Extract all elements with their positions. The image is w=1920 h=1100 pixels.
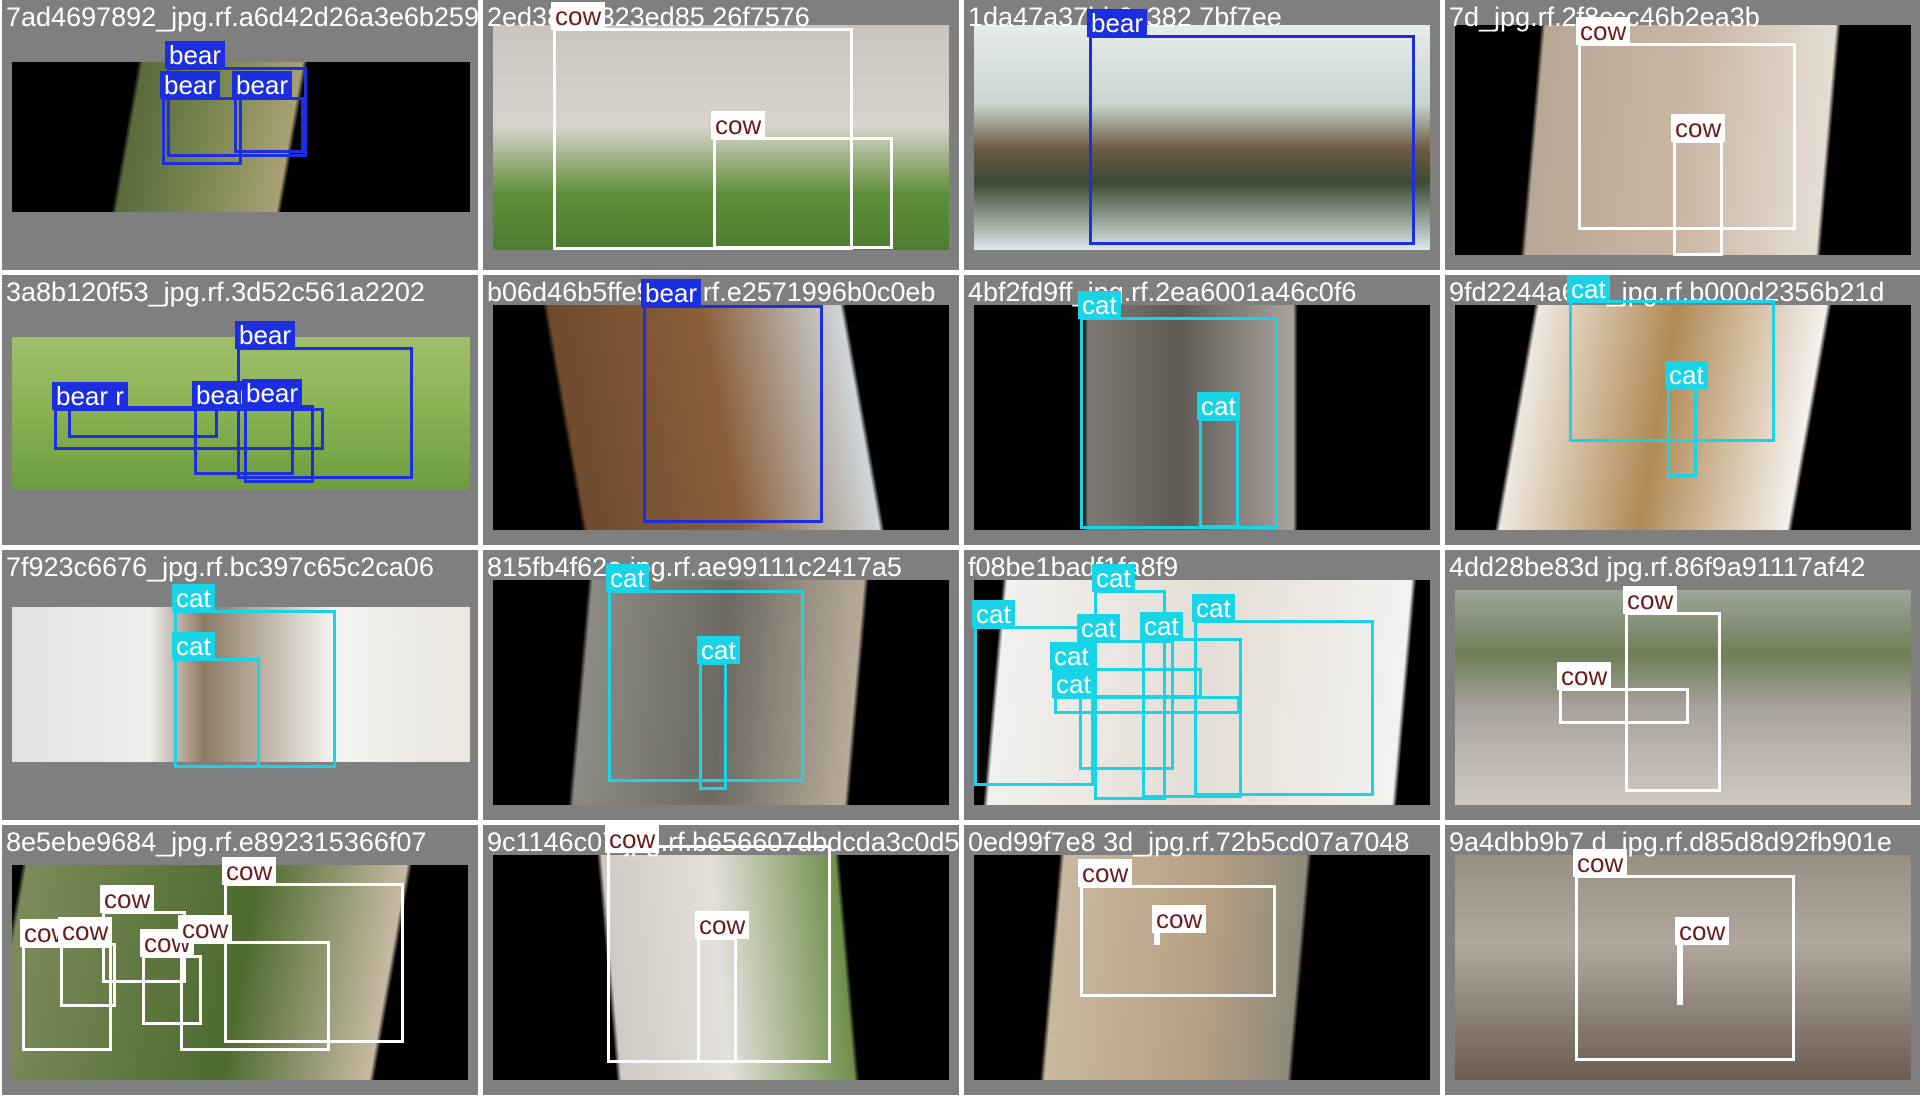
mosaic-tile: 8e5ebe9684_jpg.rf.e892315366f07 cow cow cow… [2, 825, 478, 1095]
tile-filename: 7ad4697892_jpg.rf.a6d42d26a3e6b259acf0fb [6, 2, 478, 32]
cat-bounding-box [1199, 418, 1239, 528]
mosaic-tile: 3a8b120f53_jpg.rf.3d52c561a2202bear bear … [2, 275, 478, 545]
mosaic-tile: 7f923c6676_jpg.rf.bc397c65c2ca06 cat cat [2, 550, 478, 820]
mosaic-tile: 4dd28be83d jpg.rf.86f9a91117af42 cow cow [1445, 550, 1920, 820]
cow-bounding-box [1559, 688, 1689, 724]
tile-filename: 8e5ebe9684_jpg.rf.e892315366f07 [6, 827, 427, 857]
tile-filename: 4bf2fd9ff_jpg.rf.2ea6001a46c0f6 [968, 277, 1357, 307]
bear-bounding-box [234, 97, 304, 153]
cow-label: cow [1557, 662, 1612, 690]
bear-label: bear [641, 279, 702, 307]
mosaic-tile: 7ad4697892_jpg.rf.a6d42d26a3e6b259acf0fb… [2, 0, 478, 270]
bear-label: bear [232, 71, 293, 99]
cat-bounding-box [699, 662, 727, 790]
cow-label: cow [100, 885, 155, 913]
cow-bounding-box [180, 941, 330, 1051]
cow-label: cow [1671, 114, 1726, 142]
tile-filename: 0ed99f7e8 3d_jpg.rf.72b5cd07a7048 [968, 827, 1410, 857]
cat-bounding-box [1080, 317, 1278, 529]
cat-label: cat [606, 564, 649, 592]
bear-bounding-box [244, 405, 314, 483]
cow-bounding-box [1677, 943, 1683, 1005]
cow-label: cow [551, 2, 606, 30]
mosaic-tile: b06d46b5ffe9 jpg.rf.e2571996b0c0eb bear [483, 275, 959, 545]
cow-label: cow [1623, 586, 1678, 614]
cat-label: cat [1665, 361, 1708, 389]
bear-bounding-box [162, 97, 242, 165]
cow-bounding-box [1575, 875, 1795, 1061]
mosaic-tile: 1da47a37bb2c382 7bf7ee bear [964, 0, 1440, 270]
cow-bounding-box [713, 137, 893, 249]
tile-filename: 9a4dbb9b7 d_jpg.rf.d85d8d92fb901e [1449, 827, 1892, 857]
cat-bounding-box [174, 658, 260, 768]
cat-label: cat [1197, 392, 1240, 420]
cat-label: cat [972, 600, 1015, 628]
cat-label: cat [1077, 614, 1120, 642]
cow-label: cow [1573, 849, 1628, 877]
cat-label: cat [1192, 594, 1235, 622]
tile-filename: b06d46b5ffe9 jpg.rf.e2571996b0c0eb [487, 277, 936, 307]
cow-bounding-box [60, 943, 116, 1007]
cat-label: cat [1050, 642, 1093, 670]
bear-label: bear [242, 379, 303, 407]
cow-label: cow [178, 915, 233, 943]
cat-label: cat [172, 632, 215, 660]
cat-label: cat [697, 636, 740, 664]
cat-label: cat [1567, 275, 1610, 303]
cat-label: cat [1078, 291, 1121, 319]
mosaic-tile: 2ed38f0e323ed85 26f7576 cow cow [483, 0, 959, 270]
cat-bounding-box [1667, 387, 1697, 477]
mosaic-tile: 9a4dbb9b7 d_jpg.rf.d85d8d92fb901e cow cow [1445, 825, 1920, 1095]
bear-label: bear [1087, 9, 1148, 37]
mosaic-tile: 4bf2fd9ff_jpg.rf.2ea6001a46c0f6 cat cat [964, 275, 1440, 545]
mosaic-tile: 0ed99f7e8 3d_jpg.rf.72b5cd07a7048 cow cow [964, 825, 1440, 1095]
tile-filename: 4dd28be83d jpg.rf.86f9a91117af42 [1449, 552, 1866, 582]
mosaic-tile: 9fd2244a638_jpg.rf.b000d2356b21d cat cat [1445, 275, 1920, 545]
cat-label: cat [1092, 564, 1135, 592]
tile-filename: 3a8b120f53_jpg.rf.3d52c561a2202 [6, 277, 425, 307]
bear-bounding-box [643, 305, 823, 523]
cow-label: cow [58, 917, 113, 945]
cat-label: cat [1052, 670, 1095, 698]
cow-bounding-box [697, 937, 737, 1063]
cow-label: cow [1078, 859, 1133, 887]
bear-label: bear [235, 321, 296, 349]
bear-label: bear [160, 71, 221, 99]
mosaic-tile: 815fb4f62e jpg.rf.ae99111c2417a5 cat cat [483, 550, 959, 820]
bear-bounding-box [1089, 35, 1415, 245]
cat-label: cat [1140, 612, 1183, 640]
cow-label: cow [711, 111, 766, 139]
tile-filename: f08be1badf1fa8f9 [968, 552, 1179, 582]
cow-label: cow [1152, 905, 1207, 933]
cow-label: cow [1675, 917, 1730, 945]
cow-bounding-box [1673, 140, 1723, 256]
cow-bounding-box [1080, 885, 1276, 997]
cat-label: cat [172, 584, 215, 612]
mosaic-tile: 9c1146c07 jpg.rf.b656607dbdcda3c0d5 cow co… [483, 825, 959, 1095]
cow-label: cow [1576, 17, 1631, 45]
cow-label: cow [695, 911, 750, 939]
bear-label: bear r [52, 382, 128, 410]
mosaic-tile: f08be1badf1fa8f9 cat cat cat cat cat cat cat [964, 550, 1440, 820]
tile-filename: 7f923c6676_jpg.rf.bc397c65c2ca06 [6, 552, 434, 582]
cow-label: cow [222, 857, 277, 885]
tile-filename: 815fb4f62e jpg.rf.ae99111c2417a5 [487, 552, 902, 582]
detection-mosaic: 7ad4697892_jpg.rf.a6d42d26a3e6b259acf0fb… [0, 0, 1920, 1100]
mosaic-tile: 7d_jpg.rf.2f8ccc46b2ea3bcowcow [1445, 0, 1920, 270]
bear-label: bear [165, 41, 226, 69]
cow-label: cow [605, 825, 660, 853]
